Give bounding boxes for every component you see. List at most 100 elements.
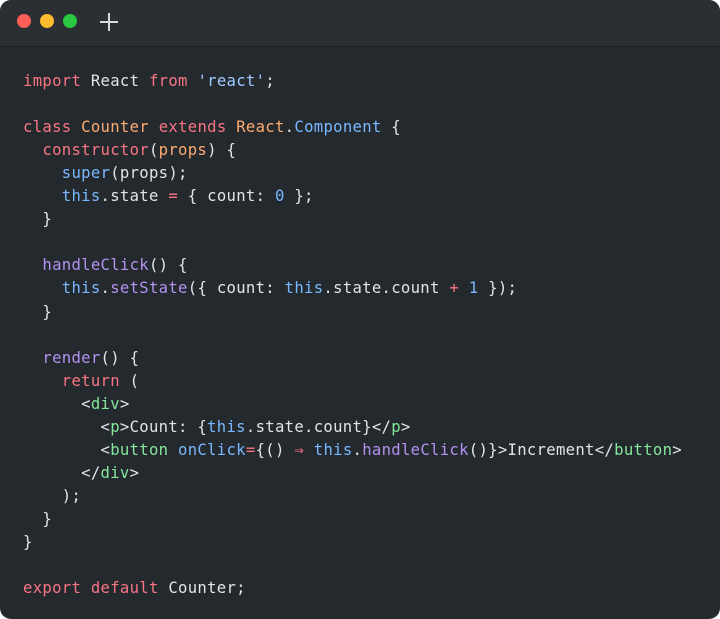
code-line: class Counter extends React.Component { (23, 116, 401, 139)
code-token-keyword: export (23, 579, 82, 598)
code-token-text: < (23, 440, 111, 459)
code-token-tag: button (110, 440, 169, 459)
code-token-tag: p (391, 417, 401, 436)
code-token-number: this (61, 187, 101, 206)
code-token-number: this (284, 279, 324, 298)
code-token-number: super (61, 164, 111, 183)
code-token-class: Counter (81, 118, 149, 137)
code-token-tag: div (100, 463, 130, 482)
code-token-keyword: class (23, 118, 72, 137)
code-token-text: < (23, 417, 111, 436)
code-token-text: ( (148, 141, 159, 160)
code-token-function: render (42, 348, 101, 367)
code-token-number: 0 (274, 187, 285, 206)
code-line: } (23, 531, 33, 554)
code-token-keyword: extends (158, 118, 227, 137)
code-token-text: > (400, 417, 411, 436)
code-token-class: props (158, 141, 208, 160)
code-line: } (23, 301, 52, 324)
code-token-text: { (381, 118, 401, 137)
code-token-function: handleClick (42, 256, 149, 275)
code-token-text: > (119, 394, 130, 413)
code-token-tag: p (110, 417, 120, 436)
code-token-keyword: constructor (42, 141, 149, 160)
code-line: this.state = { count: 0 }; (23, 185, 314, 208)
code-token-text: }; (284, 187, 314, 206)
code-line: } (23, 208, 52, 231)
plus-icon[interactable] (99, 12, 119, 32)
code-token-string: 'react' (197, 72, 266, 90)
code-token-tag: button (614, 440, 673, 459)
code-editor[interactable]: import React from 'react'; class Counter … (0, 47, 720, 619)
code-token-keyword: = (168, 187, 179, 206)
code-line: constructor(props) { (23, 139, 236, 162)
code-token-keyword: + (449, 279, 460, 298)
code-token-number: Component (294, 118, 382, 137)
code-line: export default Counter; (23, 577, 246, 600)
code-line: <button onClick={() ⇒ this.handleClick()… (23, 439, 682, 462)
code-line: } (23, 508, 52, 531)
plus-icon-vertical-stroke (108, 13, 110, 31)
code-token-number: 1 (468, 279, 479, 298)
code-token-keyword: import (23, 72, 82, 90)
code-token-number: onClick (178, 440, 246, 459)
code-token-text: ) { (207, 141, 237, 160)
code-token-text: < (23, 394, 91, 413)
code-token-text: . (352, 440, 363, 459)
code-token-text: ( (119, 371, 140, 390)
code-token-text: } (23, 533, 33, 551)
code-token-text: >Count: { (119, 417, 208, 436)
code-token-text: .state.count}</ (245, 417, 392, 436)
code-line: ); (23, 485, 81, 508)
code-token-number: this (61, 279, 101, 298)
code-token-text: } (23, 509, 53, 528)
code-line: this.setState({ count: this.state.count … (23, 277, 517, 300)
maximize-window-button[interactable] (63, 14, 77, 28)
code-token-tag: div (90, 394, 120, 413)
code-line: <div> (23, 393, 130, 416)
code-line: import React from 'react'; (23, 70, 275, 93)
code-token-text: ); (23, 486, 82, 505)
code-token-text: (props); (110, 164, 188, 183)
window-titlebar (0, 0, 720, 47)
code-token-text: } (23, 302, 53, 321)
code-token-function: setState (110, 279, 188, 298)
code-token-keyword: return (61, 371, 120, 390)
code-token-text: .state (100, 187, 169, 206)
code-line: <p>Count: {this.state.count}</p> (23, 416, 411, 439)
code-token-text: > (129, 463, 140, 482)
close-window-button[interactable] (17, 14, 31, 28)
code-token-text: </ (23, 463, 101, 482)
code-token-keyword: default (90, 579, 159, 598)
code-token-text: React (81, 72, 149, 90)
code-token-keyword: = (245, 440, 256, 459)
code-token-text: } (23, 210, 53, 229)
code-token-number: this (207, 417, 246, 436)
code-token-text: { count: (178, 187, 275, 206)
code-token-text: () { (148, 256, 188, 275)
code-token-text: () { (100, 348, 140, 367)
minimize-window-button[interactable] (40, 14, 54, 28)
code-line: super(props); (23, 162, 188, 185)
code-window: import React from 'react'; class Counter … (0, 0, 720, 619)
code-token-text: ()}>Increment</ (468, 440, 615, 459)
code-token-text: . (284, 118, 295, 137)
code-line: </div> (23, 462, 139, 485)
code-token-function: handleClick (362, 440, 469, 459)
code-line: return ( (23, 370, 139, 393)
code-token-text: ({ count: (187, 279, 285, 298)
code-token-text: . (100, 279, 111, 298)
code-token-class: React (236, 118, 285, 137)
code-token-text: }); (478, 279, 518, 298)
